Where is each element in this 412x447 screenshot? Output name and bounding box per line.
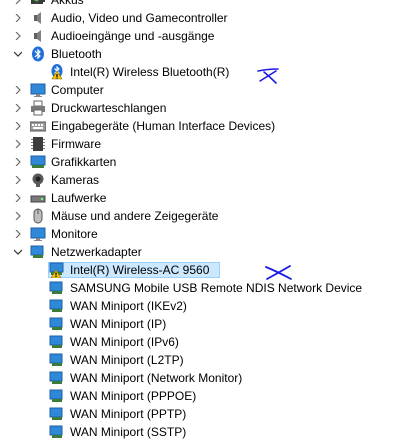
category-print-queues[interactable]: Druckwarteschlangen [0, 99, 412, 117]
chevron-right-icon[interactable] [13, 189, 23, 207]
network-adapter-icon [49, 370, 65, 386]
device-label: WAN Miniport (PPPOE) [70, 389, 197, 403]
category-label: Computer [51, 83, 104, 97]
display-adapter-icon [30, 154, 46, 170]
chevron-right-icon[interactable] [13, 99, 23, 117]
category-label: Akkus [51, 0, 84, 7]
network-adapter-icon [30, 244, 46, 260]
network-adapter-icon [49, 388, 65, 404]
device-wan-ip[interactable]: WAN Miniport (IP) [0, 315, 412, 333]
battery-icon [30, 0, 46, 8]
device-intel-bluetooth[interactable]: Intel(R) Wireless Bluetooth(R) [0, 63, 412, 81]
device-label: WAN Miniport (L2TP) [70, 353, 184, 367]
device-label: WAN Miniport (SSTP) [70, 425, 187, 439]
device-label: WAN Miniport (PPTP) [70, 407, 187, 421]
device-wan-ipv6[interactable]: WAN Miniport (IPv6) [0, 333, 412, 351]
chevron-right-icon[interactable] [13, 207, 23, 225]
chevron-right-icon[interactable] [13, 135, 23, 153]
category-akkus[interactable]: Akkus [0, 0, 412, 9]
category-label: Eingabegeräte (Human Interface Devices) [51, 119, 276, 133]
network-adapter-icon [49, 406, 65, 422]
bluetooth-icon [30, 46, 46, 62]
keyboard-icon [29, 118, 47, 134]
category-computer[interactable]: Computer [0, 81, 412, 99]
annotation-scribble-bluetooth [257, 68, 279, 84]
network-adapter-icon [49, 298, 65, 314]
category-label: Bluetooth [51, 47, 102, 61]
device-wan-l2tp[interactable]: WAN Miniport (L2TP) [0, 351, 412, 369]
speaker-icon [30, 28, 46, 44]
network-adapter-icon [49, 280, 65, 296]
category-label: Druckwarteschlangen [51, 101, 167, 115]
chevron-right-icon[interactable] [13, 0, 23, 9]
chevron-right-icon[interactable] [13, 225, 23, 243]
network-adapter-icon [49, 316, 65, 332]
device-wan-netmon[interactable]: WAN Miniport (Network Monitor) [0, 369, 412, 387]
device-label: WAN Miniport (IPv6) [70, 335, 179, 349]
device-wan-sstp[interactable]: WAN Miniport (SSTP) [0, 423, 412, 441]
device-label: WAN Miniport (IKEv2) [70, 299, 187, 313]
chevron-right-icon[interactable] [13, 27, 23, 45]
chevron-right-icon[interactable] [13, 81, 23, 99]
camera-icon [30, 172, 46, 188]
mouse-icon [30, 208, 46, 224]
disk-drive-icon [30, 190, 46, 206]
category-label: Kameras [51, 173, 100, 187]
device-wan-pppoe[interactable]: WAN Miniport (PPPOE) [0, 387, 412, 405]
category-cameras[interactable]: Kameras [0, 171, 412, 189]
category-hid[interactable]: Eingabegeräte (Human Interface Devices) [0, 117, 412, 135]
category-monitors[interactable]: Monitore [0, 225, 412, 243]
device-wan-pptp[interactable]: WAN Miniport (PPTP) [0, 405, 412, 423]
device-label: WAN Miniport (Network Monitor) [70, 371, 243, 385]
annotation-cross-wireless [265, 265, 292, 280]
category-display-adapters[interactable]: Grafikkarten [0, 153, 412, 171]
speaker-icon [30, 10, 46, 26]
device-samsung-ndis[interactable]: SAMSUNG Mobile USB Remote NDIS Network D… [0, 279, 412, 297]
device-wan-ikev2[interactable]: WAN Miniport (IKEv2) [0, 297, 412, 315]
monitor-icon [30, 82, 46, 98]
category-label: Audio, Video und Gamecontroller [51, 11, 228, 25]
category-mice[interactable]: Mäuse und andere Zeigegeräte [0, 207, 412, 225]
category-label: Audioeingänge und -ausgänge [51, 29, 215, 43]
category-label: Monitore [51, 227, 98, 241]
category-label: Grafikkarten [51, 155, 117, 169]
chevron-right-icon[interactable] [13, 117, 23, 135]
category-audio-video[interactable]: Audio, Video und Gamecontroller [0, 9, 412, 27]
category-drives[interactable]: Laufwerke [0, 189, 412, 207]
bluetooth-warning-icon [49, 64, 65, 80]
category-audio-io[interactable]: Audioeingänge und -ausgänge [0, 27, 412, 45]
device-label: Intel(R) Wireless Bluetooth(R) [70, 65, 230, 79]
monitor-icon [30, 226, 46, 242]
chevron-right-icon[interactable] [13, 153, 23, 171]
device-intel-wireless-ac[interactable]: Intel(R) Wireless-AC 9560 [0, 261, 412, 279]
printer-icon [30, 100, 46, 116]
network-adapter-icon [49, 334, 65, 350]
device-label: WAN Miniport (IP) [70, 317, 167, 331]
network-warning-icon [49, 262, 65, 279]
device-label: Intel(R) Wireless-AC 9560 [70, 263, 210, 277]
chevron-down-icon[interactable] [13, 45, 23, 63]
category-firmware[interactable]: Firmware [0, 135, 412, 153]
network-adapter-icon [49, 424, 65, 440]
chevron-right-icon[interactable] [13, 171, 23, 189]
category-network-adapters[interactable]: Netzwerkadapter [0, 243, 412, 261]
network-adapter-icon [49, 352, 65, 368]
category-label: Mäuse und andere Zeigegeräte [51, 209, 219, 223]
chevron-down-icon[interactable] [13, 243, 23, 261]
category-label: Firmware [51, 137, 101, 151]
category-label: Netzwerkadapter [51, 245, 142, 259]
category-bluetooth[interactable]: Bluetooth [0, 45, 412, 63]
chevron-right-icon[interactable] [13, 9, 23, 27]
device-label: SAMSUNG Mobile USB Remote NDIS Network D… [70, 281, 363, 295]
chip-icon [30, 136, 46, 152]
category-label: Laufwerke [51, 191, 107, 205]
